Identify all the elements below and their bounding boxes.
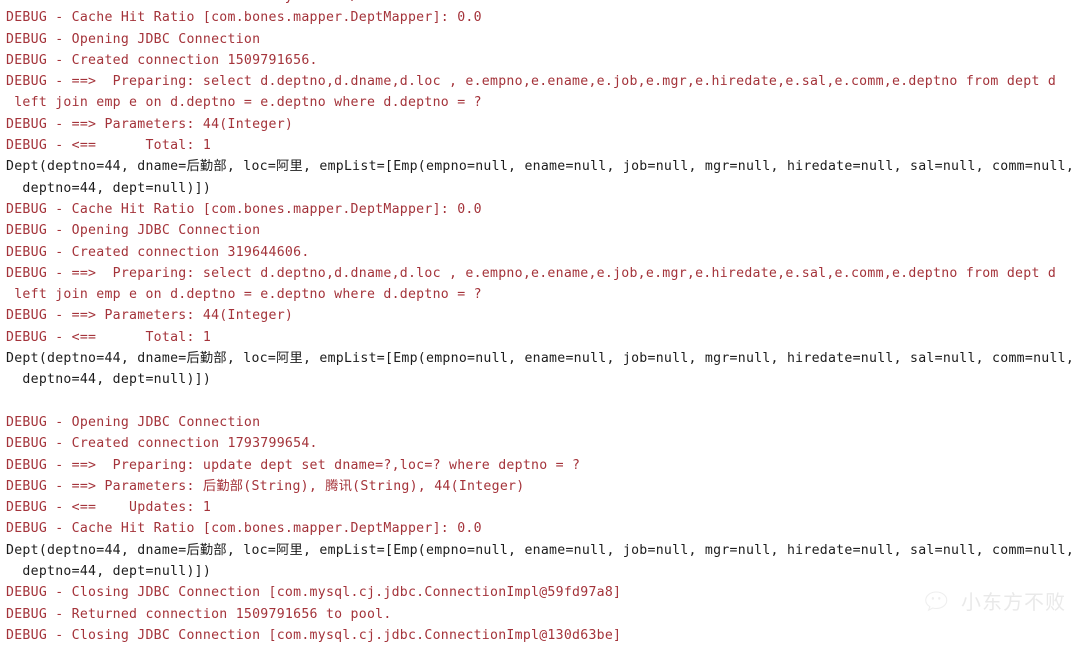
log-line: DEBUG - Created connection 1509791656. [6, 52, 318, 68]
log-line: deptno=44, dept=null)]) [6, 372, 212, 388]
log-line: DEBUG - Opening JDBC Connection [6, 414, 261, 430]
log-line: DEBUG - ==> Parameters: 44(Integer) [6, 308, 294, 324]
log-line: DEBUG - Returned connection 1509791656 t… [6, 606, 392, 622]
log-line: DEBUG - ==> Preparing: select d.deptno,d… [6, 265, 1057, 281]
log-line: left join emp e on d.deptno = e.deptno w… [6, 287, 482, 303]
log-line: Dept(deptno=44, dname=后勤部, loc=阿里, empLi… [6, 351, 1075, 367]
log-line: DEBUG - Cache Hit Ratio [com.bones.mappe… [6, 201, 482, 217]
log-line: DEBUG - Cache Hit Ratio [com.bones.mappe… [6, 10, 482, 26]
log-line: DEBUG - <== Total: 1 [6, 138, 212, 154]
log-line: DEBUG - Opening JDBC Connection [6, 31, 261, 47]
log-line: DEBUG - Opening JDBC Connection [6, 223, 261, 239]
log-line: Dept(deptno=44, dname=后勤部, loc=阿里, empLi… [6, 542, 1075, 558]
log-line: DEBUG - Created connection 319644606. [6, 244, 310, 260]
log-line: Dept(deptno=44, dname=后勤部, loc=阿里, empLi… [6, 159, 1075, 175]
log-line: left join emp e on d.deptno = e.deptno w… [6, 95, 482, 111]
log-line: DEBUG - ==> Parameters: 后勤部(String), 腾讯(… [6, 478, 525, 494]
log-line: deptno=44, dept=null)]) [6, 180, 212, 196]
log-line: DEBUG - ==> Preparing: update dept set d… [6, 457, 581, 473]
log-line: DEBUG - <== Updates: 1 [6, 500, 212, 516]
log-line: deptno=44, dept=null)]) [6, 564, 212, 580]
log-line: DEBUG - <== Total: 1 [6, 329, 212, 345]
log-line: DEBUG - Cache Hit Ratio [com.bones.mappe… [6, 521, 482, 537]
log-line: DEBUG - Closing JDBC Connection [com.mys… [6, 585, 622, 601]
console-log-output: DEBUG - PooledDataSource forcefully clos… [0, 0, 1080, 646]
log-line: DEBUG - Closing JDBC Connection [com.mys… [6, 627, 622, 643]
log-line: DEBUG - PooledDataSource forcefully clos… [0, 0, 1080, 7]
log-line: DEBUG - ==> Parameters: 44(Integer) [6, 116, 294, 132]
log-line: DEBUG - ==> Preparing: select d.deptno,d… [6, 74, 1057, 90]
log-line: DEBUG - Created connection 1793799654. [6, 436, 318, 452]
